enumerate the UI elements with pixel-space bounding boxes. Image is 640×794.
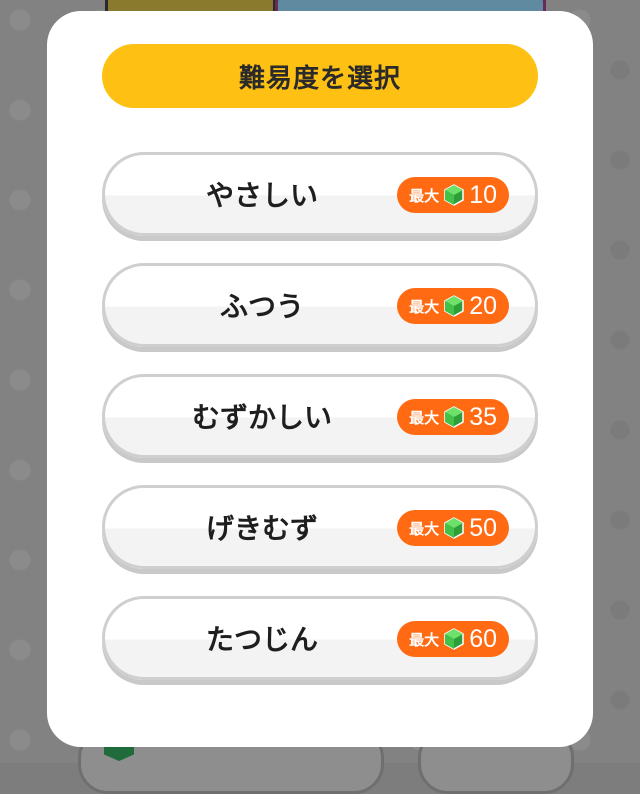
reward-value: 10 (469, 180, 497, 209)
difficulty-label: げきむず (205, 512, 318, 545)
max-reward-badge: 最大 50 (397, 510, 509, 546)
reward-value: 20 (469, 291, 497, 320)
green-gem-icon (444, 295, 464, 317)
reward-prefix: 最大 (409, 630, 440, 649)
max-reward-badge: 最大 10 (397, 177, 509, 213)
difficulty-label: むずかしい (191, 401, 332, 434)
reward-prefix: 最大 (409, 408, 440, 427)
difficulty-button-easy[interactable]: やさしい 最大 10 (102, 152, 538, 236)
dialog-title: 難易度を選択 (238, 63, 401, 94)
difficulty-button-hard[interactable]: むずかしい 最大 35 (102, 374, 538, 458)
green-gem-icon (444, 628, 464, 650)
reward-prefix: 最大 (409, 186, 440, 205)
reward-value: 35 (469, 402, 497, 431)
difficulty-select-dialog: 難易度を選択 やさしい 最大 10 ふつう 最大 20 むずかしい 最大 35 … (47, 11, 593, 747)
green-gem-icon (444, 184, 464, 206)
max-reward-badge: 最大 60 (397, 621, 509, 657)
difficulty-button-very-hard[interactable]: げきむず 最大 50 (102, 485, 538, 569)
reward-prefix: 最大 (409, 297, 440, 316)
reward-prefix: 最大 (409, 519, 440, 538)
difficulty-button-normal[interactable]: ふつう 最大 20 (102, 263, 538, 347)
difficulty-label: ふつう (219, 290, 304, 323)
difficulty-button-expert[interactable]: たつじん 最大 60 (102, 596, 538, 680)
green-gem-icon (444, 406, 464, 428)
max-reward-badge: 最大 20 (397, 288, 509, 324)
reward-value: 50 (469, 513, 497, 542)
max-reward-badge: 最大 35 (397, 399, 509, 435)
green-gem-icon (444, 517, 464, 539)
dialog-title-bar: 難易度を選択 (102, 44, 538, 108)
difficulty-label: たつじん (205, 623, 318, 656)
difficulty-label: やさしい (205, 179, 318, 212)
reward-value: 60 (469, 624, 497, 653)
